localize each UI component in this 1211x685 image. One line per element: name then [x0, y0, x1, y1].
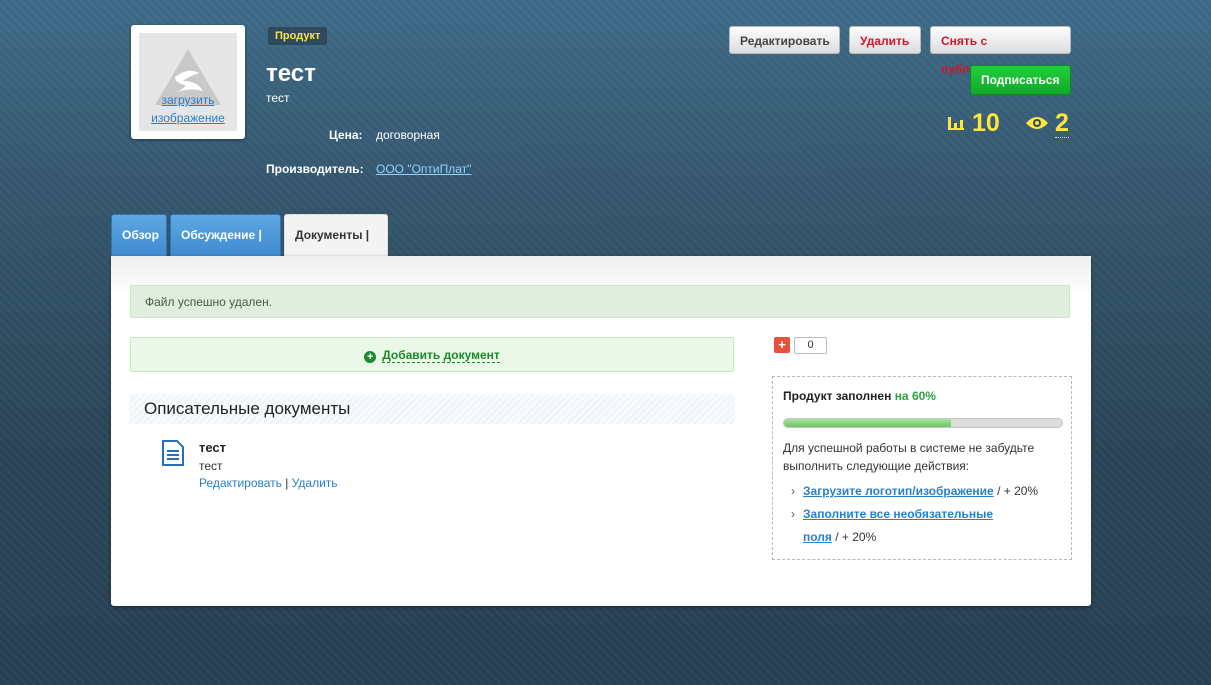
price-value: договорная — [376, 128, 440, 142]
completeness-progress-bar — [783, 418, 1063, 428]
manufacturer-label: Производитель: — [266, 162, 364, 176]
success-alert: Файл успешно удален. — [130, 285, 1070, 318]
tab-overview[interactable]: Обзор — [111, 214, 167, 256]
logo-placeholder: загрузить изображение — [139, 33, 237, 131]
task-fill-fields-line2: поля / + 20% — [803, 530, 877, 544]
price-label: Цена: — [329, 128, 363, 142]
add-document-bar[interactable]: + Добавить документ — [130, 337, 734, 372]
completeness-percent: на 60% — [894, 389, 936, 403]
document-title: тест — [199, 440, 227, 455]
document-actions: Редактировать | Удалить — [199, 476, 338, 490]
upload-image-link[interactable]: загрузить изображение — [139, 91, 237, 127]
completeness-box: Продукт заполнен на 60% Для успешной раб… — [772, 376, 1072, 560]
page-subtitle: тест — [266, 91, 290, 105]
chevron-right-icon: › — [791, 507, 795, 521]
subscribe-button[interactable]: Подписаться — [970, 65, 1071, 95]
rating-count: 10 — [972, 109, 1000, 137]
document-description: тест — [199, 459, 223, 473]
section-title: Описательные документы — [129, 394, 735, 424]
task-fill-fields: › Заполните все необязательные — [791, 503, 993, 526]
task-upload-logo-link[interactable]: Загрузите логотип/изображение — [803, 484, 994, 498]
document-actions-separator: | — [285, 476, 289, 490]
task-upload-logo: › Загрузите логотип/изображение / + 20% — [791, 480, 1038, 503]
manufacturer-link[interactable]: ООО "ОптиПлат" — [376, 162, 471, 176]
share-plus-icon[interactable]: + — [774, 337, 790, 353]
completeness-title: Продукт заполнен на 60% — [783, 389, 936, 403]
document-delete-link[interactable]: Удалить — [292, 476, 338, 490]
add-document-link[interactable]: Добавить документ — [382, 348, 500, 363]
plus-circle-icon: + — [364, 351, 377, 363]
product-logo: загрузить изображение — [131, 25, 245, 139]
completeness-progress-fill — [784, 419, 951, 427]
task-fill-fields-link[interactable]: Заполните все необязательные — [803, 507, 993, 521]
tab-documents[interactable]: Документы | 1 — [284, 214, 388, 282]
rating-icon — [947, 114, 965, 135]
completeness-hint: Для успешной работы в системе не забудьт… — [783, 441, 1035, 473]
type-badge: Продукт — [268, 27, 328, 45]
unpublish-button[interactable]: Снять с публикации — [930, 26, 1071, 76]
views-eye-icon — [1025, 115, 1049, 134]
views-count[interactable]: 2 — [1055, 109, 1069, 138]
edit-button[interactable]: Редактировать — [729, 26, 840, 54]
document-icon[interactable] — [161, 440, 185, 466]
document-edit-link[interactable]: Редактировать — [199, 476, 282, 490]
task-fill-fields-link-line2[interactable]: поля — [803, 530, 832, 544]
delete-button[interactable]: Удалить — [849, 26, 921, 54]
page-title: тест — [266, 60, 316, 87]
chevron-right-icon: › — [791, 484, 795, 498]
share-count: 0 — [794, 337, 827, 354]
tab-discussion[interactable]: Обсуждение | 0 — [170, 214, 281, 282]
